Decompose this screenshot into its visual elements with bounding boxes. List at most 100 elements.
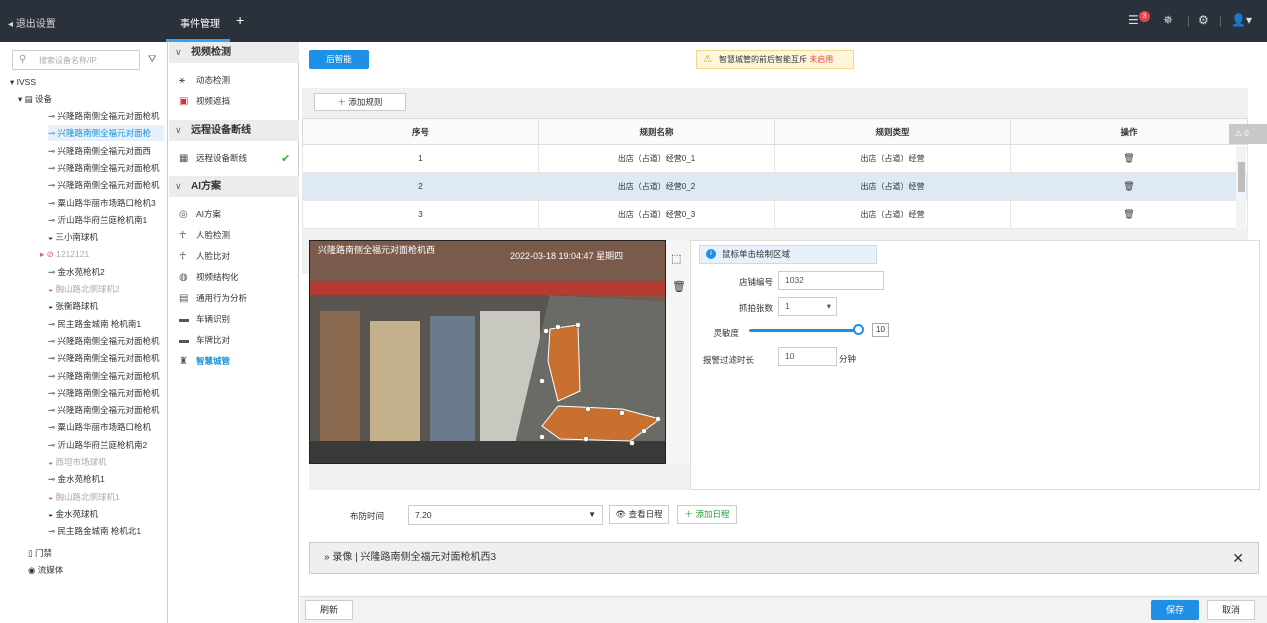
delete-region-icon[interactable]: 🗑 (672, 280, 686, 293)
record-section[interactable]: » 录像 | 兴隆路南侧全福元对面枪机西3 ✕ (309, 542, 1259, 574)
tree-root-ivss[interactable]: ▾ IVSS (10, 74, 36, 90)
device-item[interactable]: ⊸ 沂山路华府兰庭枪机南2 (48, 437, 164, 453)
draw-hint: i 鼠标单击绘制区域 (699, 245, 877, 264)
menu-motion-detect[interactable]: ⚹ 动态检测 (179, 72, 230, 88)
device-item[interactable]: ⊸ 民主路金城南 枪机南1 (48, 316, 164, 332)
menu-ai-item[interactable]: ▬ 车辆识别 (179, 311, 230, 327)
user-icon[interactable]: 👤▾ (1231, 13, 1252, 27)
save-button[interactable]: 保存 (1151, 600, 1199, 620)
device-item[interactable]: ⊸ 兴隆路南侧全福元对面枪机 (48, 402, 164, 418)
view-schedule-label: 查看日程 (628, 509, 663, 519)
col-no: 序号 (302, 118, 539, 145)
device-item[interactable]: ⊸ 兴隆路南侧全福元对面枪机 (48, 368, 164, 384)
delete-icon[interactable]: 🗑 (1010, 172, 1248, 201)
table-row[interactable]: 3 出店（占道）经营0_3 出店（占道）经营 🗑 (302, 200, 1248, 229)
device-item[interactable]: ⊸ 金水苑枪机2 (48, 264, 164, 280)
tree-node-devices[interactable]: ▾ ▤ 设备 (18, 91, 52, 107)
warning-icon: ⚠ (703, 54, 712, 65)
menu-ai-item[interactable]: ◍ 视频结构化 (179, 269, 239, 285)
device-item[interactable]: ◒ 三小南球机 (48, 229, 164, 245)
warning-banner: ⚠ 智慧城管的前后智能互斥 未启用 (696, 50, 854, 69)
dome-camera-icon: ◒ (48, 457, 56, 467)
device-item-label: 兴隆路南侧全福元对面枪机 (57, 405, 160, 416)
view-schedule-button[interactable]: 👁 查看日程 (609, 505, 669, 524)
section-ai-plan[interactable]: ∨ AI方案 (169, 176, 299, 197)
delete-icon[interactable]: 🗑 (1010, 144, 1248, 173)
device-item[interactable]: ⊸ 兴隆路南侧全福元对面枪 (48, 125, 164, 142)
menu-ai-item[interactable]: ☥ 人脸检测 (179, 227, 230, 243)
schedule-select[interactable]: 7.20 ▼ (408, 505, 603, 525)
device-item[interactable]: ⊸ 兴隆路南侧全福元对面西 (48, 143, 164, 159)
cancel-button[interactable]: 取消 (1207, 600, 1255, 620)
add-tab-button[interactable]: + (236, 12, 244, 28)
cell-name: 出店（占道）经营0_3 (538, 200, 775, 229)
menu-ai-item[interactable]: ☥ 人脸比对 (179, 248, 230, 264)
device-item[interactable]: ⊸ 粟山路华丽市场路口枪机 (48, 419, 164, 435)
menu-ai-item[interactable]: ♜ 智慧城管 (179, 353, 230, 369)
device-item[interactable]: ◒ 金水苑球机 (48, 506, 164, 522)
capture-count-select[interactable]: 1 ▾ (778, 297, 837, 316)
menu-remote-offline[interactable]: ▦ 远程设备断线 (179, 150, 247, 166)
device-item-label: 兴隆路南侧全福元对面枪机 (57, 111, 160, 121)
menu-ai-item[interactable]: ◎ AI方案 (179, 206, 221, 222)
search-icon: ⚲ (19, 54, 27, 65)
section-remote-offline[interactable]: ∨ 远程设备断线 (169, 120, 299, 141)
delete-icon[interactable]: 🗑 (1010, 200, 1248, 229)
device-item[interactable]: ⊸ 金水苑枪机1 (48, 471, 164, 487)
device-item-label: 兴隆路南侧全福元对面枪机 (57, 162, 160, 173)
refresh-button[interactable]: 刷新 (305, 600, 353, 620)
video-preview[interactable]: 兴隆路南侧全福元对面枪机西 2022-03-18 19:04:47 星期四 (309, 240, 666, 464)
alarm-filter-input[interactable]: 10 (778, 347, 837, 366)
device-item[interactable]: ⊸ 粟山路华丽市场路口枪机3 (48, 195, 164, 211)
scrollbar-thumb[interactable] (1238, 162, 1245, 192)
device-item[interactable]: ⊸ 兴隆路南侧全福元对面枪机 (48, 108, 164, 124)
table-scrollbar[interactable] (1236, 146, 1246, 230)
event-menu: ∨ 视频检测 ⚹ 动态检测 ▣ 视频遮挡 ∨ 远程设备断线 ▦ 远程设备断线 ✔ ∨ AI方… (169, 42, 299, 623)
device-item[interactable]: ▸ ⊘ 1212121 (40, 246, 156, 262)
device-item[interactable]: ◒ 胸山路北侧球机2 (48, 281, 164, 297)
close-icon[interactable]: ✕ (1232, 543, 1244, 573)
device-item[interactable]: ⊸ 兴隆路南侧全福元对面枪机 (48, 160, 164, 176)
sensitivity-slider-knob[interactable] (853, 324, 864, 335)
device-item[interactable]: ⊸ 民主路金城南 枪机北1 (48, 523, 164, 539)
store-no-input[interactable]: 1032 (778, 271, 884, 290)
menu-label: 视频遮挡 (196, 96, 231, 106)
draw-region-icon[interactable]: ⬚ (671, 252, 681, 265)
back-smart-button[interactable]: 后智能 (309, 50, 369, 69)
add-schedule-button[interactable]: ＋ 添加日程 (677, 505, 737, 524)
device-item-label: 西坦市场球机 (55, 457, 107, 467)
menu-ai-item[interactable]: ▬ 车牌比对 (179, 332, 230, 348)
device-item[interactable]: ⊸ 沂山路华府兰庭枪机南1 (48, 212, 164, 228)
sensitivity-slider-track[interactable] (749, 329, 859, 332)
table-row[interactable]: 2 出店（占道）经营0_2 出店（占道）经营 🗑 (302, 172, 1248, 201)
tree-node-stream[interactable]: ◉ 流媒体 (28, 562, 63, 578)
cell-type: 出店（占道）经营 (774, 144, 1011, 173)
exit-settings-button[interactable]: ◂ 退出设置 (8, 15, 56, 30)
section-video-detect[interactable]: ∨ 视频检测 (169, 42, 299, 63)
add-rule-button[interactable]: ＋ 添加规则 (314, 93, 406, 111)
cell-name: 出店（占道）经营0_2 (538, 172, 775, 201)
add-schedule-label: 添加日程 (695, 509, 730, 519)
device-item-label: 金水苑枪机2 (57, 266, 105, 277)
gear-icon[interactable]: ⚙ (1198, 13, 1209, 27)
table-row[interactable]: 1 出店（占道）经营0_1 出店（占道）经营 🗑 (302, 144, 1248, 173)
device-item[interactable]: ◒ 西坦市场球机 (48, 454, 164, 470)
menu-ai-item[interactable]: ▤ 通用行为分析 (179, 290, 247, 306)
device-search-input[interactable]: ⚲ 搜索设备名称/IP (12, 50, 140, 70)
task-list-icon[interactable]: ☰ (1128, 13, 1139, 27)
globe-icon[interactable]: ✵ (1163, 13, 1173, 27)
device-item[interactable]: ⊸ 兴隆路南侧全福元对面枪机 (48, 177, 164, 193)
sensitivity-value[interactable]: 10 (872, 323, 889, 337)
tab-event-management[interactable]: 事件管理 (180, 15, 220, 30)
warning-text: 智慧城管的前后智能互斥 (719, 55, 807, 64)
device-item[interactable]: ◒ 胸山路北侧球机1 (48, 489, 164, 505)
menu-video-tamper[interactable]: ▣ 视频遮挡 (179, 93, 230, 109)
tree-node-door[interactable]: ▯ 门禁 (28, 545, 52, 561)
device-item[interactable]: ◒ 张衡路球机 (48, 298, 164, 314)
filter-icon[interactable]: ⛛ (148, 54, 156, 65)
device-item[interactable]: ⊸ 兴隆路南侧全福元对面枪机 (48, 350, 164, 366)
eye-icon: 👁 (615, 509, 627, 519)
device-item[interactable]: ⊸ 兴隆路南侧全福元对面枪机 (48, 333, 164, 349)
alarm-count-tag[interactable]: ⚠ 0 (1229, 124, 1267, 144)
device-item[interactable]: ⊸ 兴隆路南侧全福元对面枪机 (48, 385, 164, 401)
